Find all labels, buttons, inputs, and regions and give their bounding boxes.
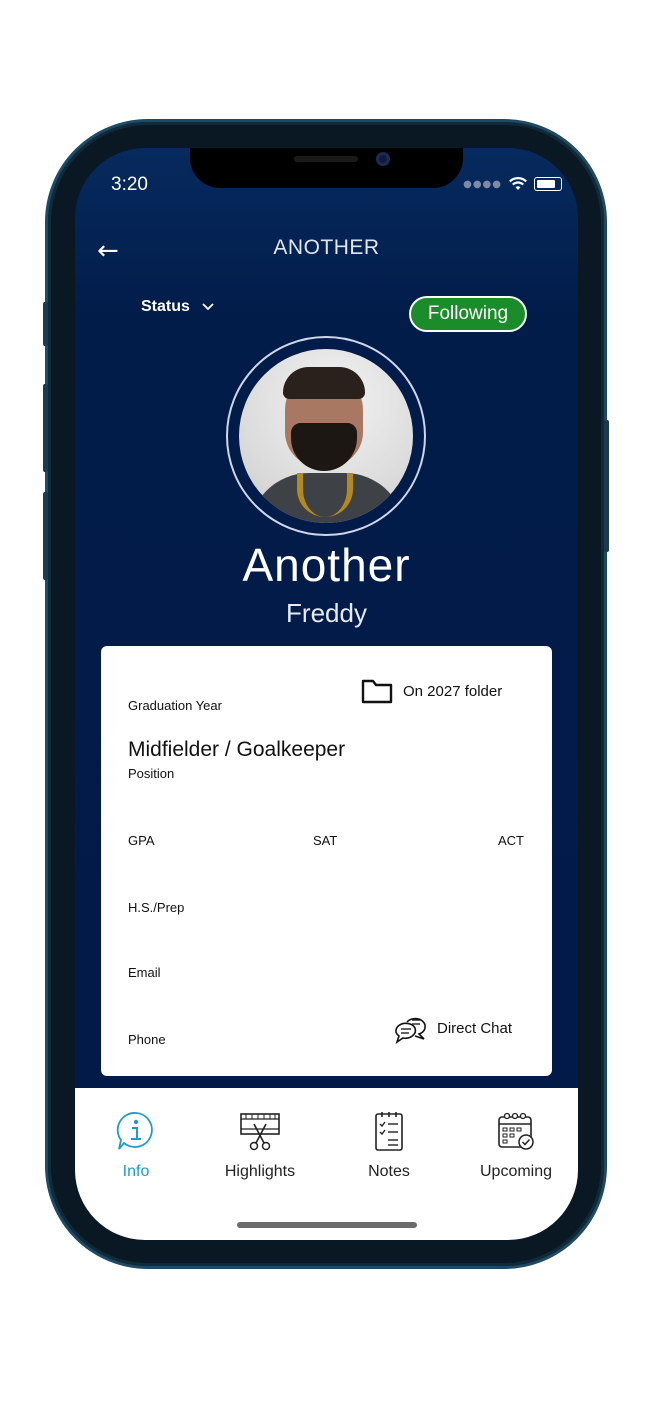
status-icons: ●●●● [463, 176, 562, 192]
following-button[interactable]: Following [409, 296, 527, 332]
profile-last-name: Freddy [286, 598, 367, 628]
hs-prep-label: H.S./Prep [128, 900, 185, 915]
profile-first-name: Another [242, 539, 411, 591]
position-value: Midfielder / Goalkeeper [128, 738, 346, 761]
act-label: ACT [498, 833, 524, 848]
speaker [294, 156, 358, 162]
tab-highlights[interactable]: Highlights [213, 1110, 307, 1181]
tab-info-label: Info [122, 1163, 150, 1180]
avatar-beard [291, 423, 357, 471]
tab-upcoming[interactable]: Upcoming [471, 1110, 561, 1181]
tab-info[interactable]: Info [105, 1110, 167, 1181]
front-camera [376, 152, 390, 166]
direct-chat-label: Direct Chat [437, 1019, 513, 1037]
direct-chat-button[interactable]: Direct Chat [393, 1012, 512, 1044]
volume-up-button [43, 384, 48, 472]
info-card: Graduation Year On 2027 folder Midfielde… [101, 646, 552, 1076]
position-label: Position [128, 766, 175, 781]
status-time: 3:20 [111, 174, 148, 195]
graduation-year-label: Graduation Year [128, 698, 222, 713]
battery-icon [534, 177, 562, 191]
gpa-label: GPA [128, 833, 155, 848]
mute-switch [43, 302, 48, 346]
checklist-icon [375, 1112, 403, 1151]
notch [190, 148, 463, 188]
avatar [239, 349, 413, 523]
chevron-down-icon [202, 303, 214, 311]
phone-label: Phone [128, 1032, 166, 1047]
tab-upcoming-label: Upcoming [479, 1163, 553, 1180]
status-dropdown-label: Status [141, 298, 190, 315]
tab-notes-label: Notes [368, 1163, 410, 1180]
page-title: ANOTHER [273, 236, 380, 259]
calendar-check-icon [498, 1112, 534, 1150]
wifi-icon [509, 177, 527, 190]
bottom-tab-bar: Info Highlights Notes Upcoming [75, 1088, 578, 1240]
tab-highlights-label: Highlights [224, 1163, 296, 1180]
home-indicator [237, 1222, 417, 1228]
avatar-hair [283, 367, 365, 399]
app-screen: 3:20 ●●●● ← ANOTHER Status Following Ano… [75, 148, 578, 1240]
power-button [604, 420, 609, 552]
tab-notes[interactable]: Notes [357, 1110, 421, 1181]
status-dropdown[interactable]: Status [141, 298, 214, 316]
volume-down-button [43, 492, 48, 580]
signal-icon: ●●●● [463, 178, 502, 190]
folder-icon [361, 679, 393, 704]
chat-bubbles-icon [395, 1017, 426, 1044]
email-label: Email [128, 965, 161, 980]
info-icon [116, 1112, 153, 1150]
folder-text: On 2027 folder [403, 682, 503, 700]
sat-label: SAT [313, 833, 338, 848]
film-scissors-icon [240, 1113, 280, 1151]
folder-link[interactable]: On 2027 folder [361, 678, 502, 704]
